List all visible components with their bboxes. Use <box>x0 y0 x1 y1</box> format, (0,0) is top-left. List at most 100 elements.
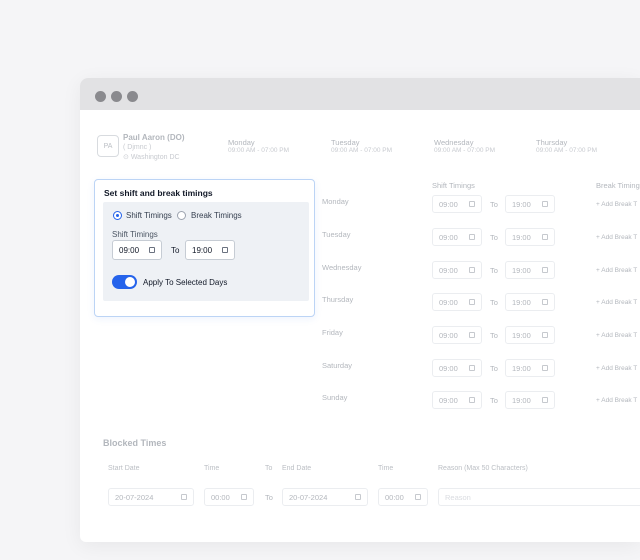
start-time-value: 09:00 <box>439 297 458 307</box>
title-bar <box>80 78 640 110</box>
end-time-input[interactable]: 19:00 <box>505 359 555 377</box>
end-time-value: 19:00 <box>512 232 531 242</box>
start-time-input[interactable]: 09:00 <box>432 228 482 246</box>
window-minimize-dot[interactable] <box>111 91 122 102</box>
shift-timings-header: Shift Timings <box>432 181 475 190</box>
start-date-value: 20-07-2024 <box>115 492 154 502</box>
blocked-start-time-input[interactable]: 00:00 <box>204 488 254 506</box>
week-header-tuesday: Tuesday 09:00 AM - 07:00 PM <box>331 138 392 154</box>
clock-icon <box>469 365 475 371</box>
calendar-icon <box>355 494 361 500</box>
end-date-input[interactable]: 20-07-2024 <box>282 488 368 506</box>
add-break-button[interactable]: + Add Break T <box>596 397 637 404</box>
clock-icon <box>542 299 548 305</box>
popup-to-label: To <box>171 246 180 255</box>
break-timings-header: Break Timing <box>596 181 640 190</box>
add-break-button[interactable]: + Add Break T <box>596 234 637 241</box>
row-day-label: Saturday <box>322 361 353 370</box>
blocked-times-title: Blocked Times <box>103 438 167 448</box>
row-day-label: Tuesday <box>322 230 351 239</box>
clock-icon <box>469 332 475 338</box>
clock-icon <box>469 267 475 273</box>
week-day-label: Thursday <box>536 138 568 147</box>
start-time-value: 09:00 <box>439 395 458 405</box>
apply-selected-days-label: Apply To Selected Days <box>143 278 228 287</box>
popup-start-time-input[interactable]: 09:00 <box>112 240 162 260</box>
start-time-input[interactable]: 09:00 <box>432 359 482 377</box>
row-day-label: Sunday <box>322 393 348 402</box>
clock-icon <box>542 201 548 207</box>
end-time-value: 19:00 <box>512 363 531 373</box>
to-label: To <box>490 396 498 405</box>
reason-input[interactable]: Reason <box>438 488 640 506</box>
location-pin-icon: ⊙ <box>123 154 129 161</box>
break-timings-radio-label[interactable]: Break Timings <box>191 211 242 220</box>
end-time-value: 19:00 <box>512 297 531 307</box>
start-date-input[interactable]: 20-07-2024 <box>108 488 194 506</box>
start-time-input[interactable]: 09:00 <box>432 261 482 279</box>
add-break-button[interactable]: + Add Break T <box>596 201 637 208</box>
end-time-input[interactable]: 19:00 <box>505 195 555 213</box>
start-date-label: Start Date <box>108 465 140 472</box>
start-time-input[interactable]: 09:00 <box>432 391 482 409</box>
popup-end-time-input[interactable]: 19:00 <box>185 240 235 260</box>
add-break-button[interactable]: + Add Break T <box>596 365 637 372</box>
clock-icon <box>469 234 475 240</box>
window-maximize-dot[interactable] <box>127 91 138 102</box>
clock-icon <box>149 247 155 253</box>
add-break-button[interactable]: + Add Break T <box>596 332 637 339</box>
end-time-value: 19:00 <box>512 199 531 209</box>
blocked-start-time-value: 00:00 <box>211 492 230 502</box>
start-time-label: Time <box>204 465 220 472</box>
week-header-thursday: Thursday 09:00 AM - 07:00 PM <box>536 138 597 154</box>
start-time-input[interactable]: 09:00 <box>432 293 482 311</box>
apply-selected-days-toggle[interactable] <box>112 275 137 289</box>
blocked-to-header: To <box>265 465 273 472</box>
popup-shift-timings-label: Shift Timings <box>112 230 158 239</box>
row-day-label: Monday <box>322 197 349 206</box>
clock-icon <box>542 397 548 403</box>
end-time-input[interactable]: 19:00 <box>505 261 555 279</box>
end-time-input[interactable]: 19:00 <box>505 293 555 311</box>
shift-timings-radio-label[interactable]: Shift Timings <box>126 211 172 220</box>
row-day-label: Thursday <box>322 295 354 304</box>
start-time-value: 09:00 <box>439 232 458 242</box>
add-break-button[interactable]: + Add Break T <box>596 267 637 274</box>
start-time-value: 09:00 <box>439 363 458 373</box>
employee-role: ( Djmnc ) <box>123 144 152 151</box>
clock-icon <box>415 494 421 500</box>
add-break-button[interactable]: + Add Break T <box>596 299 637 306</box>
clock-icon <box>241 494 247 500</box>
clock-icon <box>542 234 548 240</box>
employee-name: Paul Aaron (DO) <box>123 133 185 142</box>
end-time-input[interactable]: 19:00 <box>505 391 555 409</box>
row-day-label: Wednesday <box>322 263 362 272</box>
clock-icon <box>542 365 548 371</box>
window-close-dot[interactable] <box>95 91 106 102</box>
start-time-value: 09:00 <box>439 330 458 340</box>
clock-icon <box>469 201 475 207</box>
start-time-value: 09:00 <box>439 265 458 275</box>
shift-timings-radio[interactable] <box>113 211 122 220</box>
week-day-time: 09:00 AM - 07:00 PM <box>536 147 598 154</box>
start-time-input[interactable]: 09:00 <box>432 326 482 344</box>
blocked-end-time-input[interactable]: 00:00 <box>378 488 428 506</box>
week-header-wednesday: Wednesday 09:00 AM - 07:00 PM <box>434 138 495 154</box>
week-day-label: Wednesday <box>434 138 474 147</box>
week-header-monday: Monday 09:00 AM - 07:00 PM <box>228 138 289 154</box>
week-day-label: Monday <box>228 138 255 147</box>
to-label: To <box>490 364 498 373</box>
blocked-to-label: To <box>265 493 273 502</box>
end-time-value: 19:00 <box>512 265 531 275</box>
clock-icon <box>542 267 548 273</box>
to-label: To <box>490 298 498 307</box>
end-time-input[interactable]: 19:00 <box>505 326 555 344</box>
blocked-end-time-value: 00:00 <box>385 492 404 502</box>
shift-break-popup: Set shift and break timings Shift Timing… <box>94 179 315 317</box>
popup-body: Shift Timings Break Timings Shift Timing… <box>103 202 309 301</box>
week-day-time: 09:00 AM - 07:00 PM <box>434 147 496 154</box>
break-timings-radio[interactable] <box>177 211 186 220</box>
start-time-input[interactable]: 09:00 <box>432 195 482 213</box>
end-time-input[interactable]: 19:00 <box>505 228 555 246</box>
week-day-time: 09:00 AM - 07:00 PM <box>331 147 393 154</box>
